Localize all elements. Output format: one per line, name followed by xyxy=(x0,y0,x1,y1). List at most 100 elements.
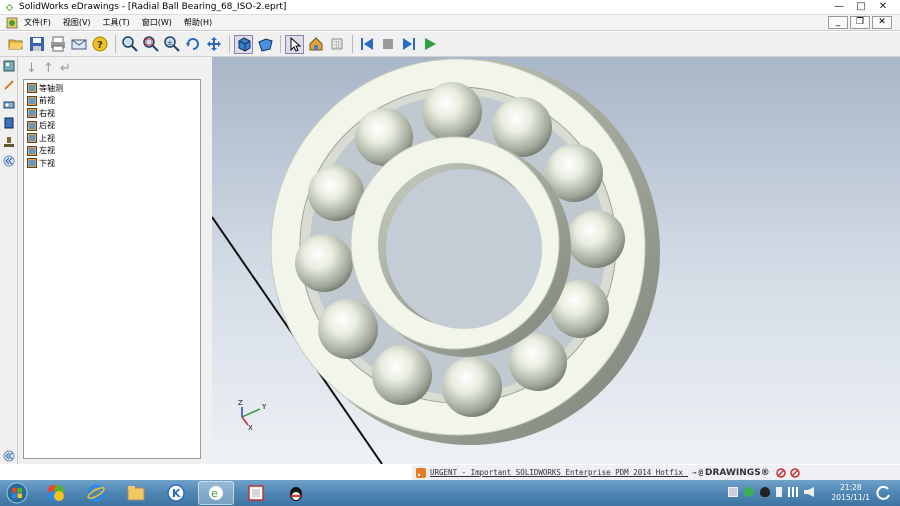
views-tree: 等轴测 前视 右视 后视 上视 左视 下视 xyxy=(23,79,201,459)
clock[interactable]: 21:28 2015/11/1 xyxy=(832,483,870,503)
rss-icon xyxy=(416,467,426,478)
shaded-icon[interactable] xyxy=(234,34,253,54)
prohibit-icon[interactable] xyxy=(789,467,800,478)
return-button[interactable]: ↵ xyxy=(60,61,71,76)
doc-minimize-button[interactable]: _ xyxy=(828,16,848,29)
menu-window[interactable]: 窗口(W) xyxy=(142,17,172,28)
stop-icon[interactable] xyxy=(378,35,397,54)
taskbar-explorer-button[interactable] xyxy=(118,481,154,505)
stamp-tab-icon[interactable] xyxy=(2,135,16,149)
send-icon[interactable] xyxy=(69,35,88,54)
news-message[interactable]: URGENT - Important SOLIDWORKS Enterprise… xyxy=(430,468,688,477)
arrow-icon: → xyxy=(692,468,697,477)
rotate-icon[interactable] xyxy=(183,35,202,54)
play-icon[interactable] xyxy=(420,35,439,54)
home-view-icon[interactable] xyxy=(306,35,325,54)
taskbar-window-button[interactable] xyxy=(238,481,274,505)
zoom-area-icon[interactable] xyxy=(141,35,160,54)
zoom-icon[interactable]: ± xyxy=(162,35,181,54)
doc-close-button[interactable]: ✕ xyxy=(872,16,892,29)
maximize-button[interactable]: □ xyxy=(850,0,872,14)
view-item-top[interactable]: 上视 xyxy=(27,132,197,145)
toolbar-separator xyxy=(229,35,230,53)
pan-icon[interactable] xyxy=(204,35,223,54)
save-icon[interactable] xyxy=(27,35,46,54)
minimize-button[interactable]: — xyxy=(828,0,850,14)
ball xyxy=(372,345,432,405)
print-icon[interactable] xyxy=(48,35,67,54)
main-toolbar: ? ± 亚 xyxy=(0,32,900,57)
perspective-icon[interactable] xyxy=(255,35,274,54)
collapse-left-icon[interactable] xyxy=(2,154,16,168)
select-icon[interactable] xyxy=(285,34,304,54)
move-down-button[interactable]: ↓ xyxy=(26,61,37,76)
internet-explorer-icon xyxy=(87,484,105,502)
document-icon[interactable] xyxy=(6,17,18,29)
prohibit-icon[interactable] xyxy=(775,467,786,478)
show-desktop-icon[interactable] xyxy=(876,485,892,501)
last-frame-icon[interactable] xyxy=(399,35,418,54)
edrawings-app-icon xyxy=(5,3,14,11)
components-tab-icon[interactable] xyxy=(2,59,16,73)
move-up-button[interactable]: ↑ xyxy=(43,61,54,76)
pinwheel-app-icon xyxy=(48,485,64,501)
usb-icon[interactable] xyxy=(776,487,782,497)
views-panel: ↓ ↑ ↵ 等轴测 前视 右视 后视 上视 左视 下视 xyxy=(18,57,212,464)
view-item-isometric[interactable]: 等轴测 xyxy=(27,82,197,95)
window-controls: — □ ✕ xyxy=(828,0,894,14)
network-app-icon[interactable] xyxy=(744,487,754,497)
view-item-label: 左视 xyxy=(39,146,55,156)
left-tool-strip xyxy=(0,57,18,464)
menu-file[interactable]: 文件(F) xyxy=(24,17,51,28)
volume-icon[interactable] xyxy=(804,487,814,497)
keyboard-icon[interactable] xyxy=(728,487,738,497)
status-bar: URGENT - Important SOLIDWORKS Enterprise… xyxy=(412,465,900,480)
views-tab-icon[interactable] xyxy=(2,97,16,111)
qq-tray-icon[interactable] xyxy=(760,487,770,497)
menu-tools[interactable]: 工具(T) xyxy=(103,17,130,28)
open-icon[interactable] xyxy=(6,35,25,54)
view-item-back[interactable]: 后视 xyxy=(27,120,197,133)
zoom-to-fit-icon[interactable] xyxy=(120,35,139,54)
view-item-left[interactable]: 左视 xyxy=(27,145,197,158)
view-item-bottom[interactable]: 下视 xyxy=(27,157,197,170)
folder-icon xyxy=(127,486,145,501)
measure-icon[interactable]: 亚 xyxy=(327,35,346,54)
windows-logo-icon xyxy=(6,482,28,504)
view-icon xyxy=(27,95,37,106)
doc-restore-button[interactable]: ❐ xyxy=(850,16,870,29)
graphics-viewport[interactable]: Z Y X xyxy=(212,57,900,464)
first-frame-icon[interactable] xyxy=(357,35,376,54)
sheets-tab-icon[interactable] xyxy=(2,116,16,130)
collapse-bottom-icon[interactable] xyxy=(2,449,16,463)
taskbar-k-button[interactable]: K xyxy=(158,481,194,505)
start-button[interactable] xyxy=(0,481,34,505)
taskbar-ie-button[interactable] xyxy=(78,481,114,505)
close-button[interactable]: ✕ xyxy=(872,0,894,14)
system-tray xyxy=(728,487,814,497)
view-item-right[interactable]: 右视 xyxy=(27,107,197,120)
brand-prefix: @ xyxy=(698,468,704,477)
taskbar-app-button[interactable] xyxy=(38,481,74,505)
signal-icon[interactable] xyxy=(788,487,798,497)
taskbar-qq-button[interactable] xyxy=(278,481,314,505)
markup-tab-icon[interactable] xyxy=(2,78,16,92)
bearing-model: Z Y X xyxy=(212,58,660,464)
view-item-label: 下视 xyxy=(39,158,55,168)
view-icon xyxy=(27,83,37,94)
view-item-label: 后视 xyxy=(39,121,55,131)
window-title: SolidWorks eDrawings - [Radial Ball Bear… xyxy=(19,2,287,12)
ball xyxy=(318,299,378,359)
menu-view[interactable]: 视图(V) xyxy=(63,17,91,28)
taskbar-edrawings-button[interactable]: e xyxy=(198,481,234,505)
svg-text:Y: Y xyxy=(261,403,267,411)
help-icon[interactable]: ? xyxy=(90,35,109,54)
svg-text:±: ± xyxy=(167,39,173,47)
ball xyxy=(567,210,625,268)
view-item-front[interactable]: 前视 xyxy=(27,95,197,108)
toolbar-separator xyxy=(352,35,353,53)
ball xyxy=(422,82,482,142)
menu-help[interactable]: 帮助(H) xyxy=(184,17,212,28)
qq-penguin-icon xyxy=(290,487,302,501)
view-icon xyxy=(27,108,37,119)
